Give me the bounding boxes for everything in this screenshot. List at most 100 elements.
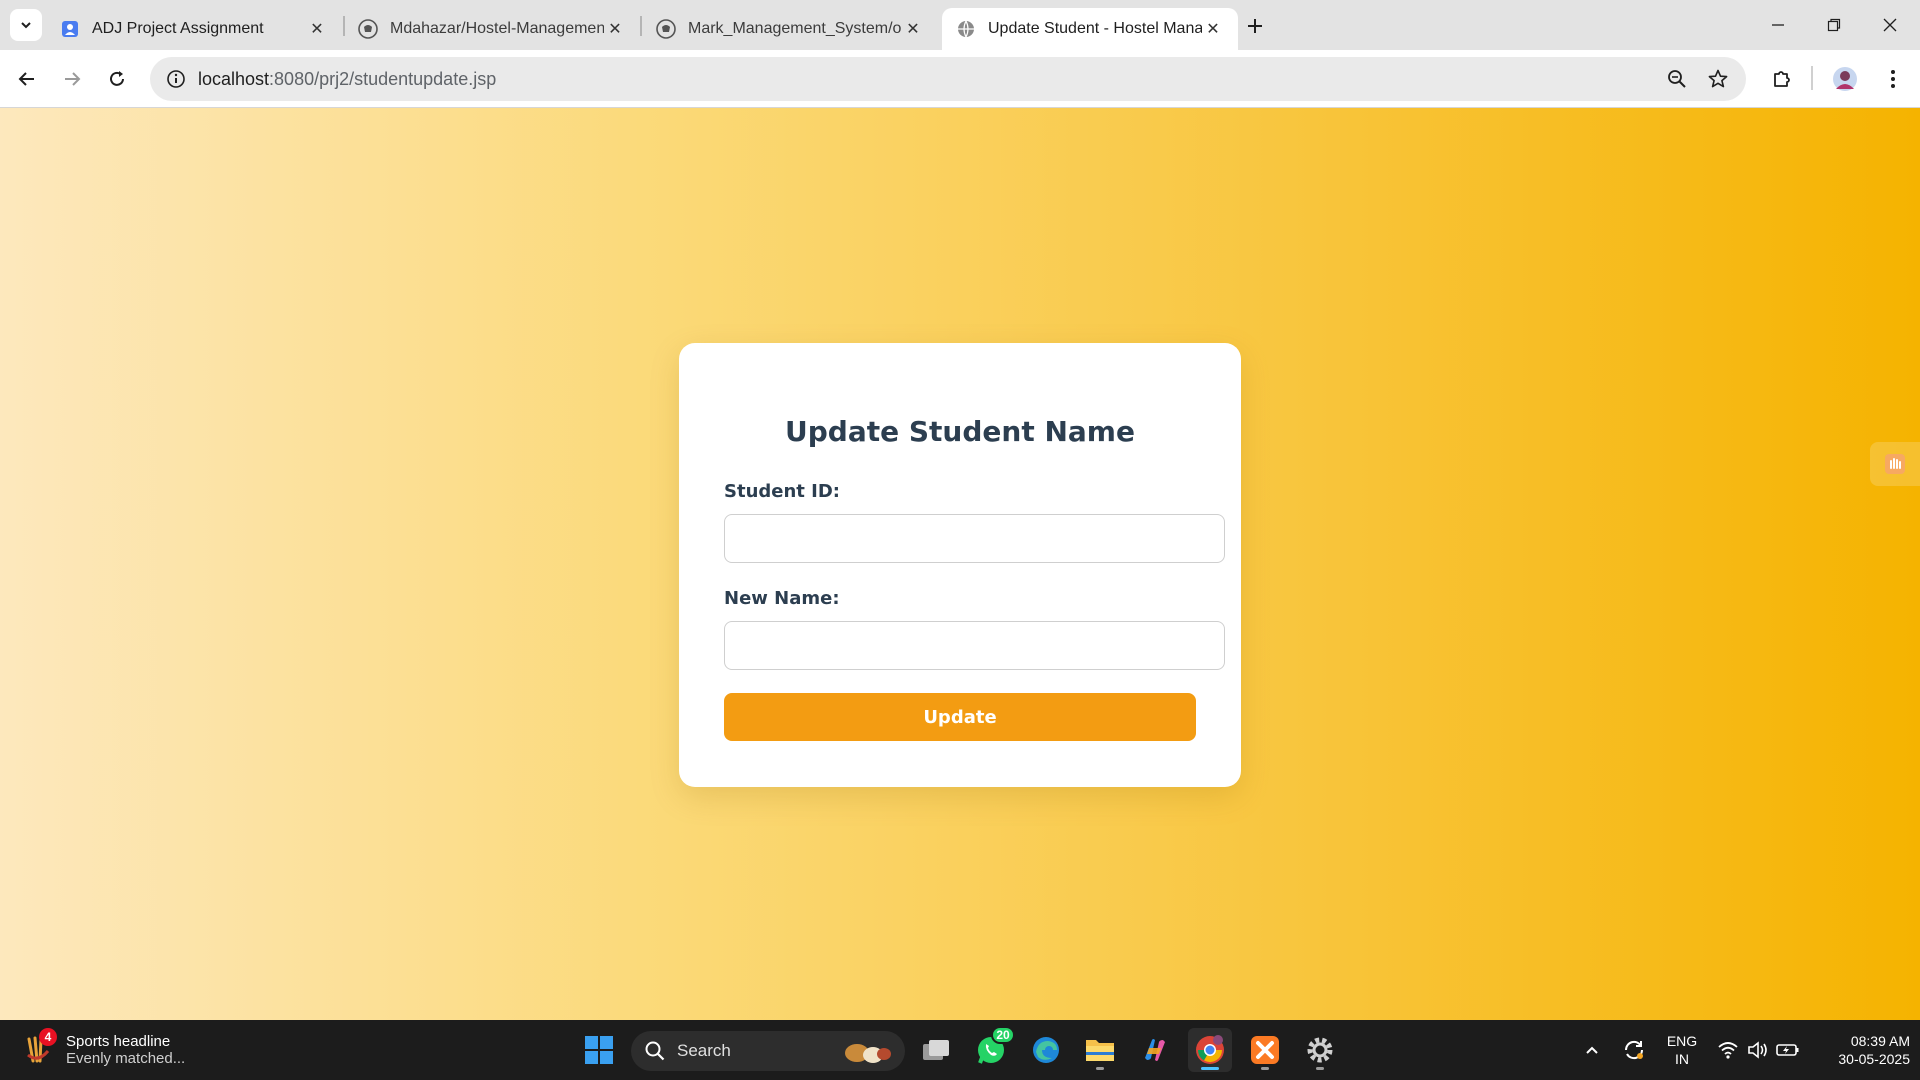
widget-title: Sports headline	[66, 1033, 171, 1050]
chevron-up-icon	[1586, 1046, 1598, 1054]
tab-adj-project[interactable]: ADJ Project Assignment ✕	[46, 8, 342, 50]
site-info-icon[interactable]	[154, 57, 198, 101]
url-text[interactable]: localhost:8080/prj2/studentupdate.jsp	[198, 69, 496, 90]
clock-date: 30-05-2025	[1838, 1051, 1910, 1067]
minimize-button[interactable]	[1750, 0, 1806, 50]
new-name-label: New Name:	[724, 588, 840, 609]
search-label: Search	[677, 1041, 731, 1060]
arrow-right-icon	[65, 72, 81, 86]
active-indicator	[1201, 1067, 1219, 1070]
sync-tray-button[interactable]	[1620, 1028, 1648, 1072]
taskbar-search[interactable]: Search	[631, 1031, 905, 1071]
windows-taskbar: 4 Sports headline Evenly matched... Sear…	[0, 1020, 1920, 1080]
google-forms-icon	[60, 19, 80, 39]
minimize-icon	[1772, 24, 1784, 26]
close-window-button[interactable]	[1862, 0, 1918, 50]
url-host: localhost	[198, 68, 270, 89]
folder-icon	[1086, 1040, 1114, 1061]
copilot-app[interactable]	[1133, 1028, 1177, 1072]
update-button[interactable]: Update	[724, 693, 1196, 741]
toolbar-separator	[1811, 66, 1813, 90]
sports-widget-icon: 4	[20, 1028, 57, 1068]
xampp-app[interactable]	[1243, 1028, 1287, 1072]
new-name-input[interactable]	[724, 621, 1225, 670]
clock-time: 08:39 AM	[1850, 1033, 1910, 1049]
windows-logo-icon	[585, 1036, 613, 1064]
volume-icon	[1748, 1041, 1767, 1059]
region-code: IN	[1675, 1051, 1689, 1067]
volume-tray-button[interactable]	[1744, 1028, 1772, 1072]
language-indicator[interactable]: ENG IN	[1662, 1032, 1702, 1068]
tab-title: Mark_Management_System/out	[688, 20, 902, 37]
tab-hostel-management-repo[interactable]: Mdahazar/Hostel-Management ✕	[344, 8, 640, 50]
chrome-icon	[1196, 1035, 1224, 1064]
browser-menu-button[interactable]	[1876, 62, 1910, 96]
system-clock[interactable]: 08:39 AM 30-05-2025	[1810, 1032, 1910, 1068]
wifi-tray-button[interactable]	[1714, 1028, 1742, 1072]
student-id-label: Student ID:	[724, 481, 840, 502]
language-code: ENG	[1666, 1033, 1698, 1049]
tab-search-button[interactable]	[10, 9, 42, 41]
battery-charging-icon	[1776, 1044, 1799, 1056]
whatsapp-app[interactable]: 20	[969, 1026, 1015, 1072]
chrome-app[interactable]	[1188, 1028, 1232, 1072]
edge-app[interactable]	[1024, 1028, 1068, 1072]
news-widget[interactable]: 4 Sports headline Evenly matched...	[20, 1028, 185, 1072]
settings-app[interactable]	[1298, 1028, 1342, 1072]
github-icon	[358, 19, 378, 39]
tab-strip: ADJ Project Assignment ✕ Mdahazar/Hostel…	[0, 0, 1920, 50]
edge-icon	[1033, 1037, 1059, 1063]
page-background: Update Student Name Student ID: New Name…	[0, 108, 1920, 1020]
running-indicator	[1316, 1067, 1324, 1070]
whatsapp-badge: 20	[991, 1026, 1015, 1044]
puzzle-icon	[1774, 71, 1790, 87]
extensions-button[interactable]	[1765, 62, 1799, 96]
tab-mark-management-repo[interactable]: Mark_Management_System/out ✕	[642, 8, 938, 50]
battery-tray-button[interactable]	[1774, 1028, 1802, 1072]
update-form-card: Update Student Name Student ID: New Name…	[679, 343, 1241, 787]
zoom-icon[interactable]	[1662, 64, 1692, 94]
floating-extension-button[interactable]	[1870, 442, 1920, 486]
student-id-input[interactable]	[724, 514, 1225, 563]
task-view-button[interactable]	[914, 1028, 958, 1072]
start-button[interactable]	[577, 1028, 621, 1072]
running-indicator	[1096, 1067, 1104, 1070]
reload-button[interactable]	[100, 62, 134, 96]
form-title: Update Student Name	[785, 415, 1135, 448]
close-icon	[1883, 18, 1897, 32]
chevron-down-icon	[21, 22, 31, 29]
github-icon	[656, 19, 676, 39]
wifi-icon	[1718, 1042, 1738, 1059]
reload-icon	[110, 71, 124, 86]
bookmark-star-icon[interactable]	[1703, 64, 1733, 94]
tab-title: Update Student - Hostel Manag	[988, 20, 1202, 37]
address-bar[interactable]: localhost:8080/prj2/studentupdate.jsp	[150, 57, 1746, 101]
copilot-icon	[1145, 1039, 1165, 1061]
xampp-icon	[1251, 1036, 1279, 1064]
tab-title: ADJ Project Assignment	[92, 20, 264, 37]
search-icon	[645, 1041, 665, 1061]
new-tab-button[interactable]	[1240, 12, 1270, 40]
close-icon[interactable]: ✕	[902, 18, 924, 40]
gear-icon	[1307, 1037, 1333, 1063]
close-icon[interactable]: ✕	[604, 18, 626, 40]
back-button[interactable]	[10, 62, 44, 96]
forward-button[interactable]	[55, 62, 89, 96]
close-icon[interactable]: ✕	[306, 18, 328, 40]
profile-avatar[interactable]	[1828, 62, 1862, 96]
globe-icon	[956, 19, 976, 39]
close-icon[interactable]: ✕	[1202, 18, 1224, 40]
restore-button[interactable]	[1806, 0, 1862, 50]
widget-subtitle: Evenly matched...	[66, 1050, 186, 1067]
url-path: :8080/prj2/studentupdate.jsp	[269, 68, 497, 89]
search-highlight-icon	[845, 1044, 891, 1063]
running-indicator	[1261, 1067, 1269, 1070]
plus-icon	[1248, 19, 1262, 33]
hand-icon	[1885, 454, 1905, 474]
arrow-left-icon	[18, 72, 34, 86]
sync-icon	[1624, 1040, 1644, 1060]
show-hidden-icons-button[interactable]	[1580, 1028, 1604, 1072]
file-explorer-app[interactable]	[1078, 1028, 1122, 1072]
task-view-icon	[923, 1040, 949, 1060]
tab-update-student[interactable]: Update Student - Hostel Manag ✕	[942, 8, 1238, 50]
